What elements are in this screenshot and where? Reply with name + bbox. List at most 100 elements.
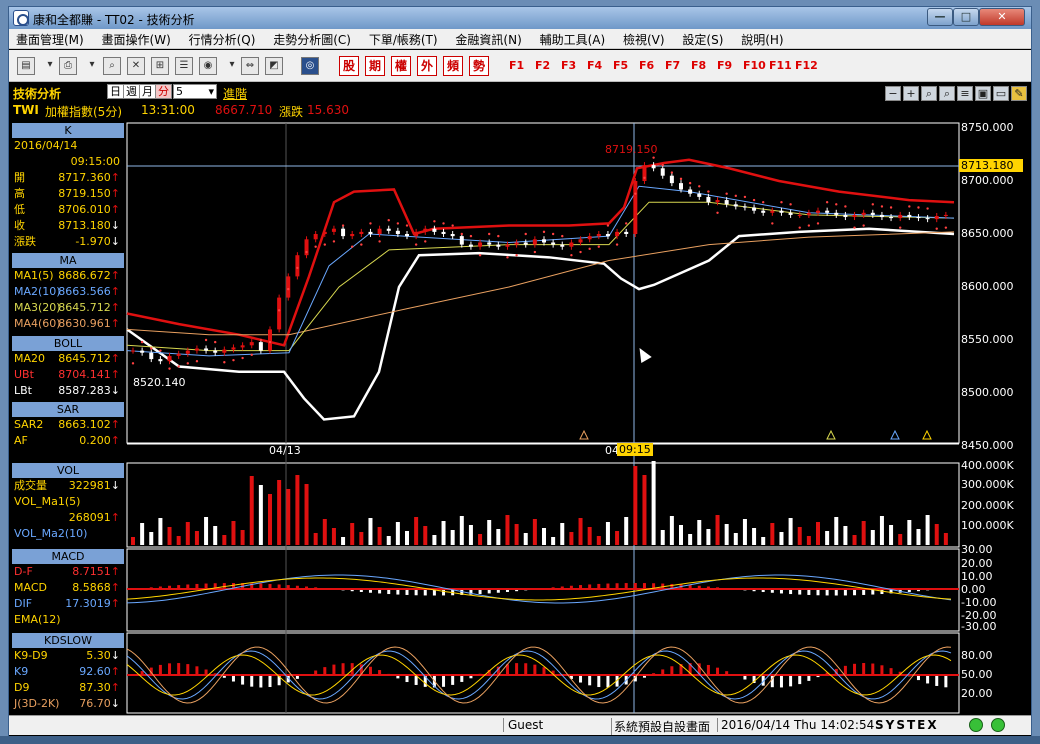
sar-dot [341, 224, 345, 227]
menu-tools[interactable]: 輔助工具(A) [533, 29, 613, 49]
volume-bar [816, 522, 820, 545]
f10-button[interactable]: F10 [743, 59, 766, 72]
minimize-button[interactable]: — [927, 8, 953, 26]
f2-button[interactable]: F2 [535, 59, 550, 72]
search-minus-icon[interactable]: ⌕ [921, 86, 937, 101]
f8-button[interactable]: F8 [691, 59, 706, 72]
layout-icon[interactable]: ▤ [17, 57, 35, 75]
dropdown-arrow-icon[interactable]: ▾ [223, 57, 241, 75]
f4-button[interactable]: F4 [587, 59, 602, 72]
grid-icon[interactable]: ⊞ [151, 57, 169, 75]
futures-button[interactable]: 期 [365, 56, 385, 76]
menu-order-account[interactable]: 下單/帳務(T) [362, 29, 445, 49]
period-day[interactable]: 日 [107, 84, 124, 99]
menu-screen-manage[interactable]: 畫面管理(M) [9, 29, 91, 49]
globe-icon[interactable]: ◉ [199, 57, 217, 75]
candle-body [468, 244, 473, 247]
kd-label: K9 [14, 665, 29, 678]
macd-histogram-bar [414, 589, 418, 596]
tools-icon[interactable]: ✎ [1011, 86, 1027, 101]
volume-bar [660, 530, 665, 545]
f7-button[interactable]: F7 [665, 59, 680, 72]
volume-bar [615, 531, 620, 545]
foreign-button[interactable]: 外 [417, 56, 437, 76]
menu-screen-operate[interactable]: 畫面操作(W) [95, 29, 178, 49]
f12-button[interactable]: F12 [795, 59, 818, 72]
volume-bar [688, 534, 693, 545]
candle-body [359, 231, 364, 234]
maximize-button[interactable]: □ [953, 8, 979, 26]
menu-trend-chart[interactable]: 走勢分析圖(C) [266, 29, 358, 49]
sar-dot [734, 194, 737, 198]
stock-button[interactable]: 股 [339, 56, 359, 76]
candle-body [560, 244, 565, 247]
macd-histogram-bar [323, 588, 327, 590]
print-icon[interactable]: ⎙ [59, 57, 77, 75]
kd-row: K9-D9 5.30↓ [12, 648, 124, 664]
menu-view[interactable]: 檢視(V) [616, 29, 672, 49]
kd-histogram-bar [926, 675, 930, 684]
sar-dot [442, 222, 445, 225]
advanced-link[interactable]: 進階 [223, 85, 247, 102]
kd-histogram-bar [396, 675, 400, 679]
zoom-in-icon[interactable]: + [903, 86, 919, 101]
period-minute[interactable]: 分 [155, 84, 172, 99]
volume-bar [715, 515, 720, 545]
macd-histogram-bar [478, 589, 482, 595]
vol-tick: 300.000K [961, 478, 1014, 491]
menu-help[interactable]: 說明(H) [734, 29, 790, 49]
f11-button[interactable]: F11 [769, 59, 792, 72]
zoom-out-icon[interactable]: − [885, 86, 901, 101]
volume-bar [304, 484, 309, 545]
candle-body [514, 242, 519, 245]
volume-bar [459, 516, 464, 545]
candle-body [633, 181, 638, 234]
brand-icon[interactable]: ◎ [301, 57, 319, 75]
save-icon[interactable]: ▣ [975, 86, 991, 101]
status-bar: Guest 系統預設自設畫面 2016/04/14 Thu 14:02:54 S… [9, 715, 1031, 735]
volume-bar [167, 527, 172, 545]
category-button[interactable]: 頻 [443, 56, 463, 76]
f5-button[interactable]: F5 [613, 59, 628, 72]
sar-value: 0.200↑ [79, 434, 120, 447]
f3-button[interactable]: F3 [561, 59, 576, 72]
macd-histogram-bar [834, 589, 838, 596]
dropdown-arrow-icon[interactable]: ▾ [83, 57, 101, 75]
candle-body [624, 231, 629, 234]
volume-bar [861, 521, 866, 545]
price-tick: 8500.000 [961, 386, 1014, 399]
candle-body [240, 345, 245, 348]
candle-body [131, 350, 135, 352]
f1-button[interactable]: F1 [509, 59, 524, 72]
options-button[interactable]: 權 [391, 56, 411, 76]
f9-button[interactable]: F9 [717, 59, 732, 72]
close-button[interactable]: ✕ [979, 8, 1025, 26]
chart-icon[interactable]: ◩ [265, 57, 283, 75]
menu-financial-info[interactable]: 金融資訊(N) [448, 29, 528, 49]
sar-panel-title: SAR [12, 402, 124, 417]
kd-histogram-bar [853, 663, 857, 676]
f6-button[interactable]: F6 [639, 59, 654, 72]
dropdown-arrow-icon[interactable]: ▾ [41, 57, 59, 75]
period-week[interactable]: 週 [123, 84, 140, 99]
search-icon[interactable]: ⌕ [103, 57, 121, 75]
kd-row: K9 92.60↑ [12, 664, 124, 680]
menu-quote-analysis[interactable]: 行情分析(Q) [182, 29, 263, 49]
macd-value: 17.3019↑ [65, 597, 120, 610]
macd-label: MACD [14, 581, 47, 594]
candle-body [158, 359, 163, 362]
period-month[interactable]: 月 [139, 84, 156, 99]
search-plus-icon[interactable]: ⌕ [939, 86, 955, 101]
sar-dot [862, 224, 865, 227]
window-icon[interactable]: ▭ [993, 86, 1009, 101]
table-icon[interactable]: ☰ [175, 57, 193, 75]
compare-icon[interactable]: ≡ [957, 86, 973, 101]
cursor-time-label: 09:15 [617, 443, 653, 456]
link-icon[interactable]: ⇔ [241, 57, 259, 75]
menu-settings[interactable]: 設定(S) [675, 29, 730, 49]
interval-select[interactable]: 5 ▾ [173, 84, 217, 99]
volume-bar [277, 480, 282, 545]
close-window-icon[interactable]: ✕ [127, 57, 145, 75]
trend-button[interactable]: 勢 [469, 56, 489, 76]
k-time: 09:15:00 [70, 155, 120, 168]
